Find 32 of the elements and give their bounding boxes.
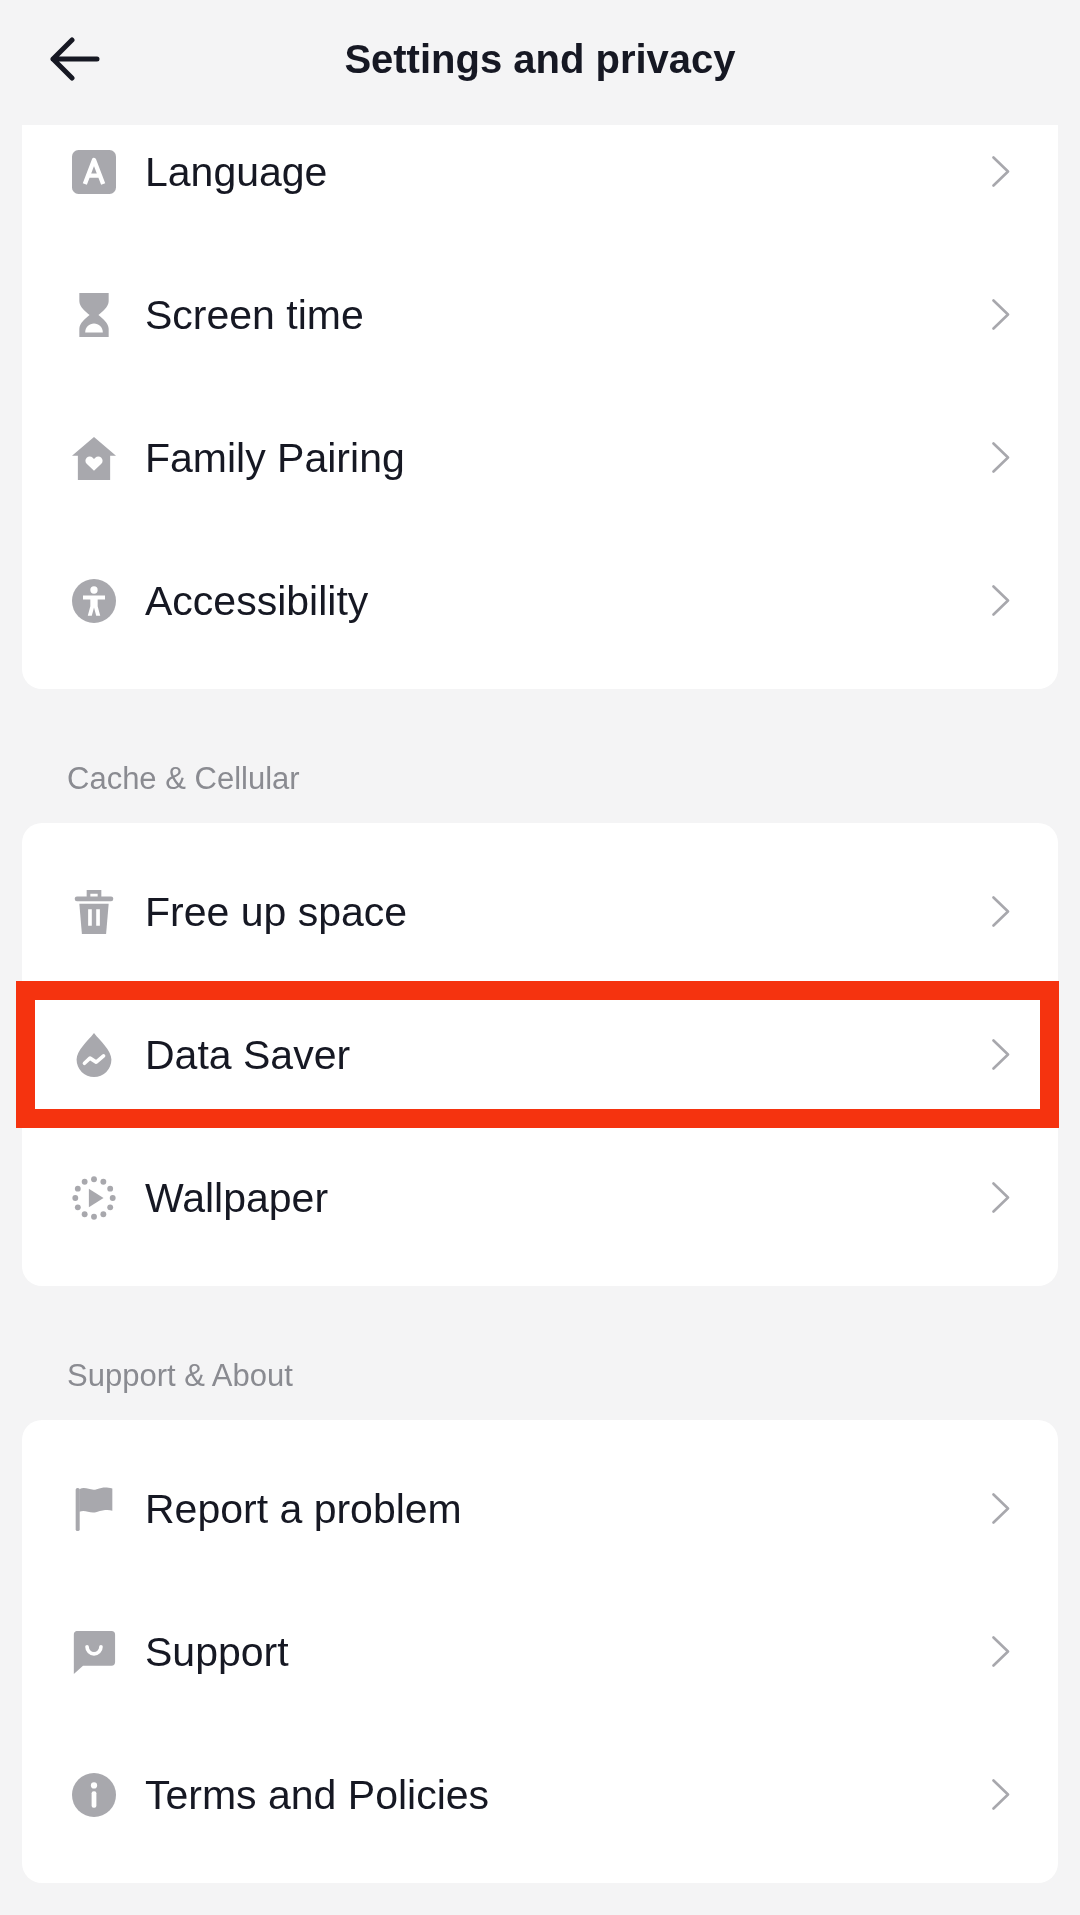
menu-item[interactable]: Data Saver xyxy=(22,983,1058,1126)
menu-item[interactable]: Language xyxy=(22,125,1058,243)
chevron-icon xyxy=(992,156,1010,187)
section-header: Cache & Cellular xyxy=(67,760,300,798)
menu-item[interactable]: Support xyxy=(22,1580,1058,1723)
screen-title: Settings and privacy xyxy=(344,37,736,81)
chevron-icon xyxy=(992,1182,1010,1213)
menu-item[interactable]: Accessibility xyxy=(22,529,1058,672)
info-icon xyxy=(72,1772,116,1817)
arrow-left-icon xyxy=(49,37,100,81)
section-header: Support & About xyxy=(67,1357,293,1395)
chevron-icon xyxy=(992,299,1010,330)
chevron-icon xyxy=(992,442,1010,473)
chat-bubble-icon xyxy=(72,1629,116,1674)
menu-item[interactable]: Terms and Policies xyxy=(22,1723,1058,1866)
back-button[interactable] xyxy=(49,37,100,81)
menu-item[interactable]: Wallpaper xyxy=(22,1126,1058,1269)
menu-item[interactable]: Report a problem xyxy=(22,1437,1058,1580)
menu-item[interactable]: Family Pairing xyxy=(22,386,1058,529)
menu-item[interactable]: Free up space xyxy=(22,840,1058,983)
chevron-icon xyxy=(992,896,1010,927)
house-heart-icon xyxy=(72,435,116,480)
menu-item[interactable]: Screen time xyxy=(22,243,1058,386)
chevron-icon xyxy=(992,585,1010,616)
chevron-icon xyxy=(992,1636,1010,1667)
letter-a-icon xyxy=(72,149,116,194)
person-circle-icon xyxy=(72,578,116,623)
chevron-icon xyxy=(992,1039,1010,1070)
chevron-icon xyxy=(992,1779,1010,1810)
trash-icon xyxy=(72,889,116,934)
play-circle-icon xyxy=(72,1175,116,1220)
chevron-icon xyxy=(992,1493,1010,1524)
